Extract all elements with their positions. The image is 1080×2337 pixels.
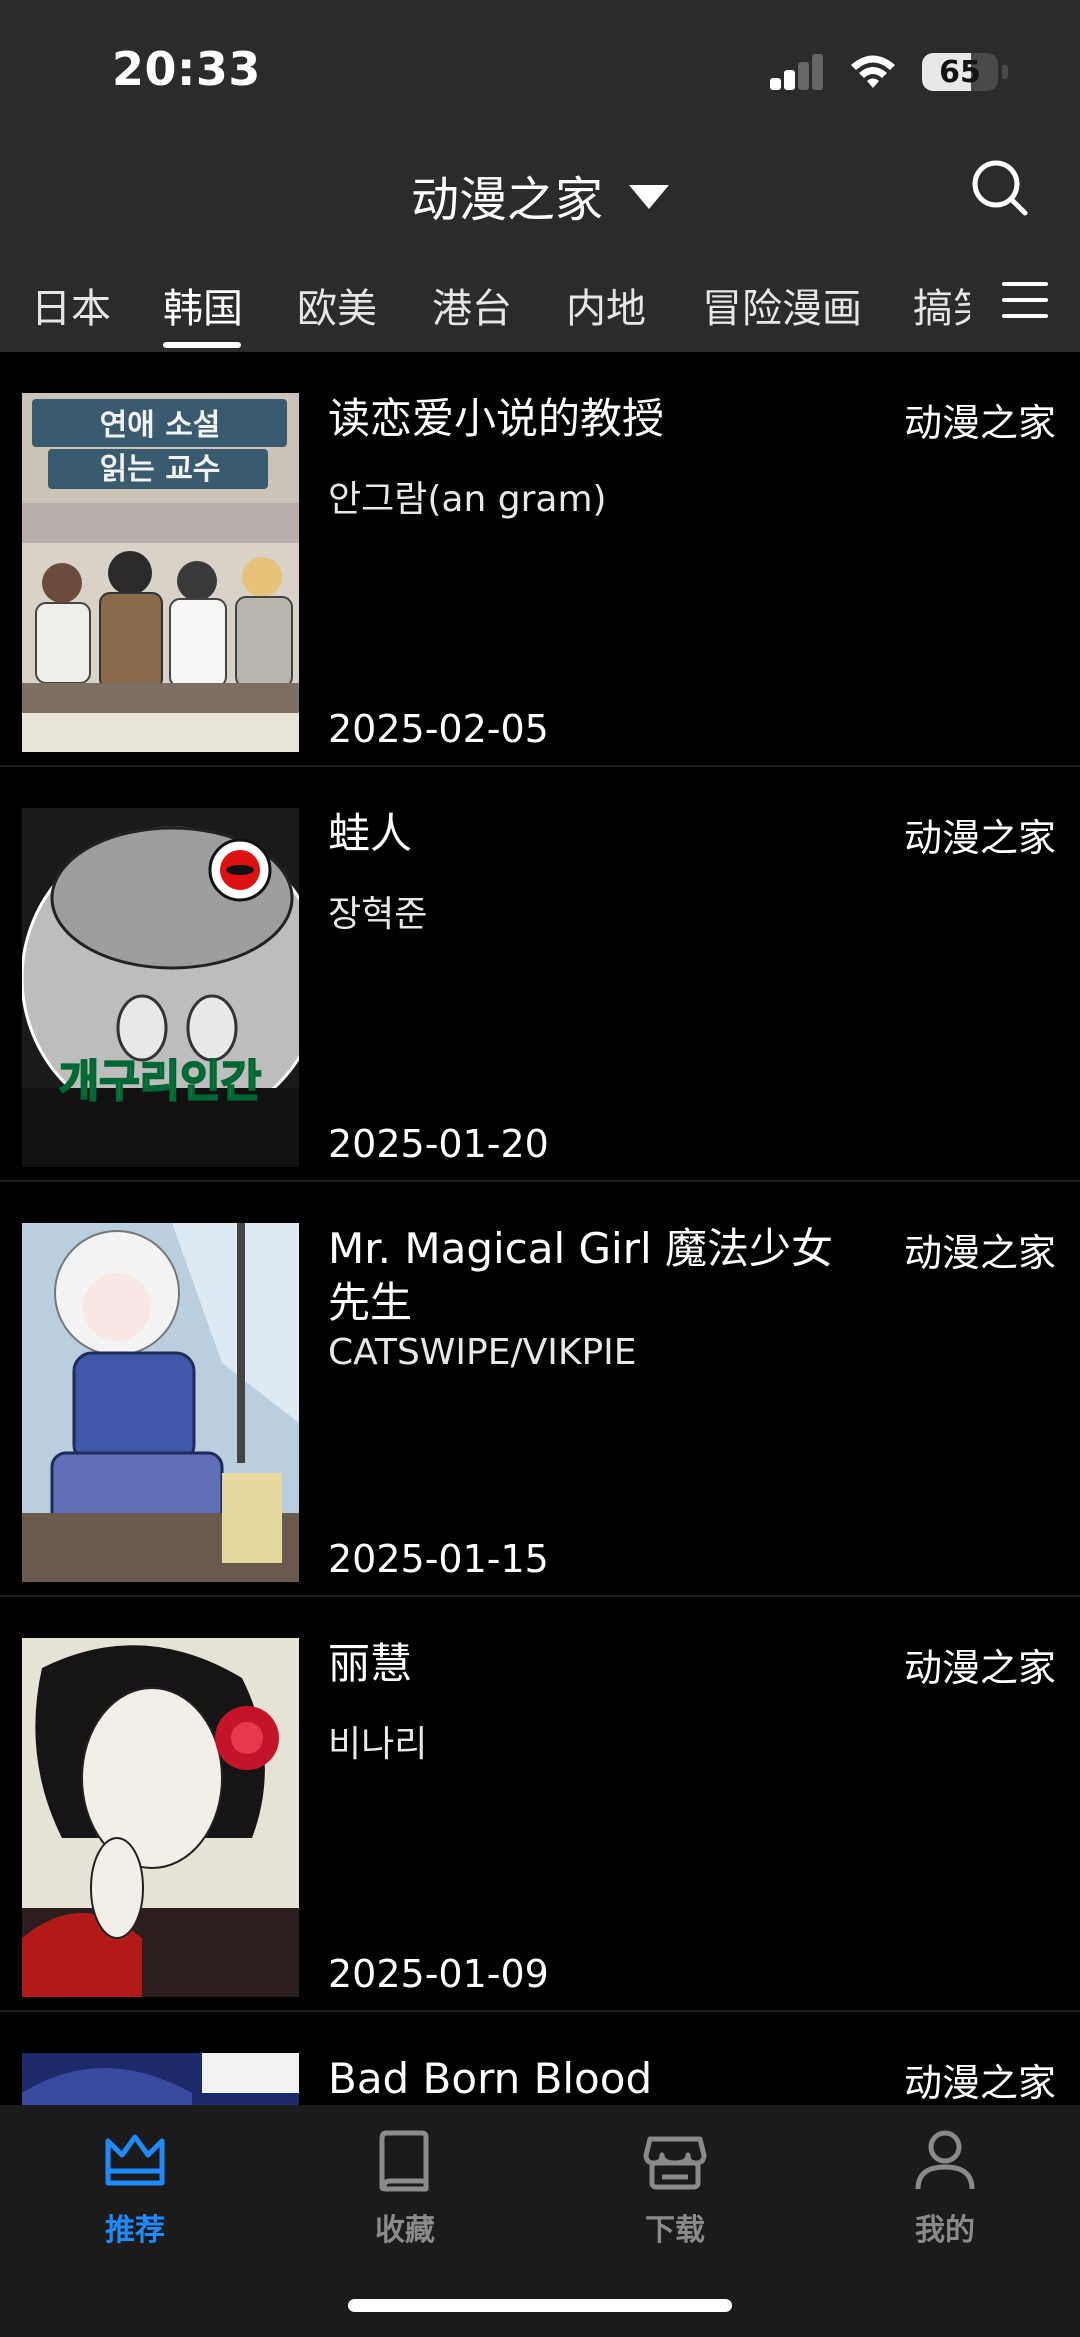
search-icon[interactable]: [968, 156, 1032, 220]
status-time: 20:33: [112, 42, 261, 96]
list-item[interactable]: 개구리인간 蛙人 장혁준 2025-01-20 动漫之家: [0, 767, 1080, 1182]
comic-title: 丽慧: [328, 1639, 413, 1688]
battery-cap: [1002, 65, 1008, 79]
comic-date: 2025-01-09: [328, 1952, 549, 1996]
comic-date: 2025-01-15: [328, 1537, 549, 1581]
page-title: 动漫之家: [410, 172, 603, 228]
source-selector[interactable]: 动漫之家: [0, 160, 1080, 230]
tab-west[interactable]: 欧美: [297, 276, 377, 334]
list-item[interactable]: 연애 소설 읽는 교수 读恋爱小说的教授 안그람(an gram) 2025-0…: [0, 352, 1080, 767]
nav-profile[interactable]: 我的: [865, 2125, 1025, 2249]
tab-korea[interactable]: 韩国: [163, 276, 243, 334]
tab-hk-tw[interactable]: 港台: [432, 276, 512, 334]
comic-title: 蛙人: [328, 809, 413, 858]
wifi-icon: [851, 55, 895, 88]
store-icon: [643, 2136, 707, 2190]
status-icons: 65: [770, 50, 1008, 94]
comic-author: 장혁준: [328, 894, 428, 935]
comic-title: 读恋爱小说的教授: [328, 394, 665, 443]
caret-down-icon: [629, 185, 669, 209]
comic-title: Bad Born Blood: [328, 2054, 653, 2103]
battery-level: 65: [939, 54, 981, 90]
battery-icon: 65: [922, 53, 998, 91]
cover-title-line-1: 연애 소설: [100, 408, 221, 443]
nav-label: 下载: [645, 2213, 705, 2248]
comic-source: 动漫之家: [903, 1646, 1056, 1690]
comic-author: 안그람(an gram): [328, 479, 607, 520]
person-icon: [915, 2130, 975, 2190]
cover-image: [22, 1223, 299, 1582]
status-bar: 20:33 65: [0, 0, 1080, 130]
comic-title: Mr. Magical Girl 魔法少女先生: [328, 1224, 834, 1327]
nav-label: 我的: [915, 2213, 975, 2248]
cover-image: [22, 1638, 299, 1997]
crown-icon: [105, 2134, 165, 2186]
list-item[interactable]: Mr. Magical Girl 魔法少女先生 CATSWIPE/VIKPIE …: [0, 1182, 1080, 1597]
nav-label: 推荐: [105, 2213, 165, 2248]
tab-adventure[interactable]: 冒险漫画: [702, 276, 862, 334]
comic-date: 2025-01-20: [328, 1122, 549, 1166]
list-item[interactable]: 丽慧 비나리 2025-01-09 动漫之家: [0, 1597, 1080, 2012]
cover-image: 개구리인간: [22, 808, 299, 1167]
comic-date: 2025-02-05: [328, 707, 549, 751]
comic-author: 비나리: [328, 1724, 428, 1765]
cover-title: 개구리인간: [59, 1056, 261, 1107]
nav-downloads[interactable]: 下载: [595, 2125, 755, 2249]
comic-source: 动漫之家: [903, 816, 1056, 860]
tab-mainland[interactable]: 内地: [566, 276, 646, 334]
comic-source: 动漫之家: [903, 2061, 1056, 2105]
book-icon: [379, 2130, 429, 2192]
nav-label: 收藏: [375, 2213, 435, 2248]
tab-japan[interactable]: 日本: [31, 276, 111, 334]
comic-author: CATSWIPE/VIKPIE: [328, 1332, 637, 1373]
cellular-signal-icon: [770, 54, 824, 90]
cover-title-line-2: 읽는 교수: [100, 452, 221, 487]
active-tab-indicator: [163, 342, 241, 348]
nav-favorites[interactable]: 收藏: [325, 2125, 485, 2249]
category-tabs: 日本 韩国 欧美 港台 内地 冒险漫画 搞笑: [0, 250, 1080, 352]
menu-icon[interactable]: [1002, 278, 1048, 322]
comic-source: 动漫之家: [903, 401, 1056, 445]
comic-source: 动漫之家: [903, 1231, 1056, 1275]
cover-image: 연애 소설 읽는 교수: [22, 393, 299, 752]
header: 动漫之家: [0, 130, 1080, 250]
home-indicator[interactable]: [348, 2299, 732, 2312]
nav-recommend[interactable]: 推荐: [55, 2125, 215, 2249]
